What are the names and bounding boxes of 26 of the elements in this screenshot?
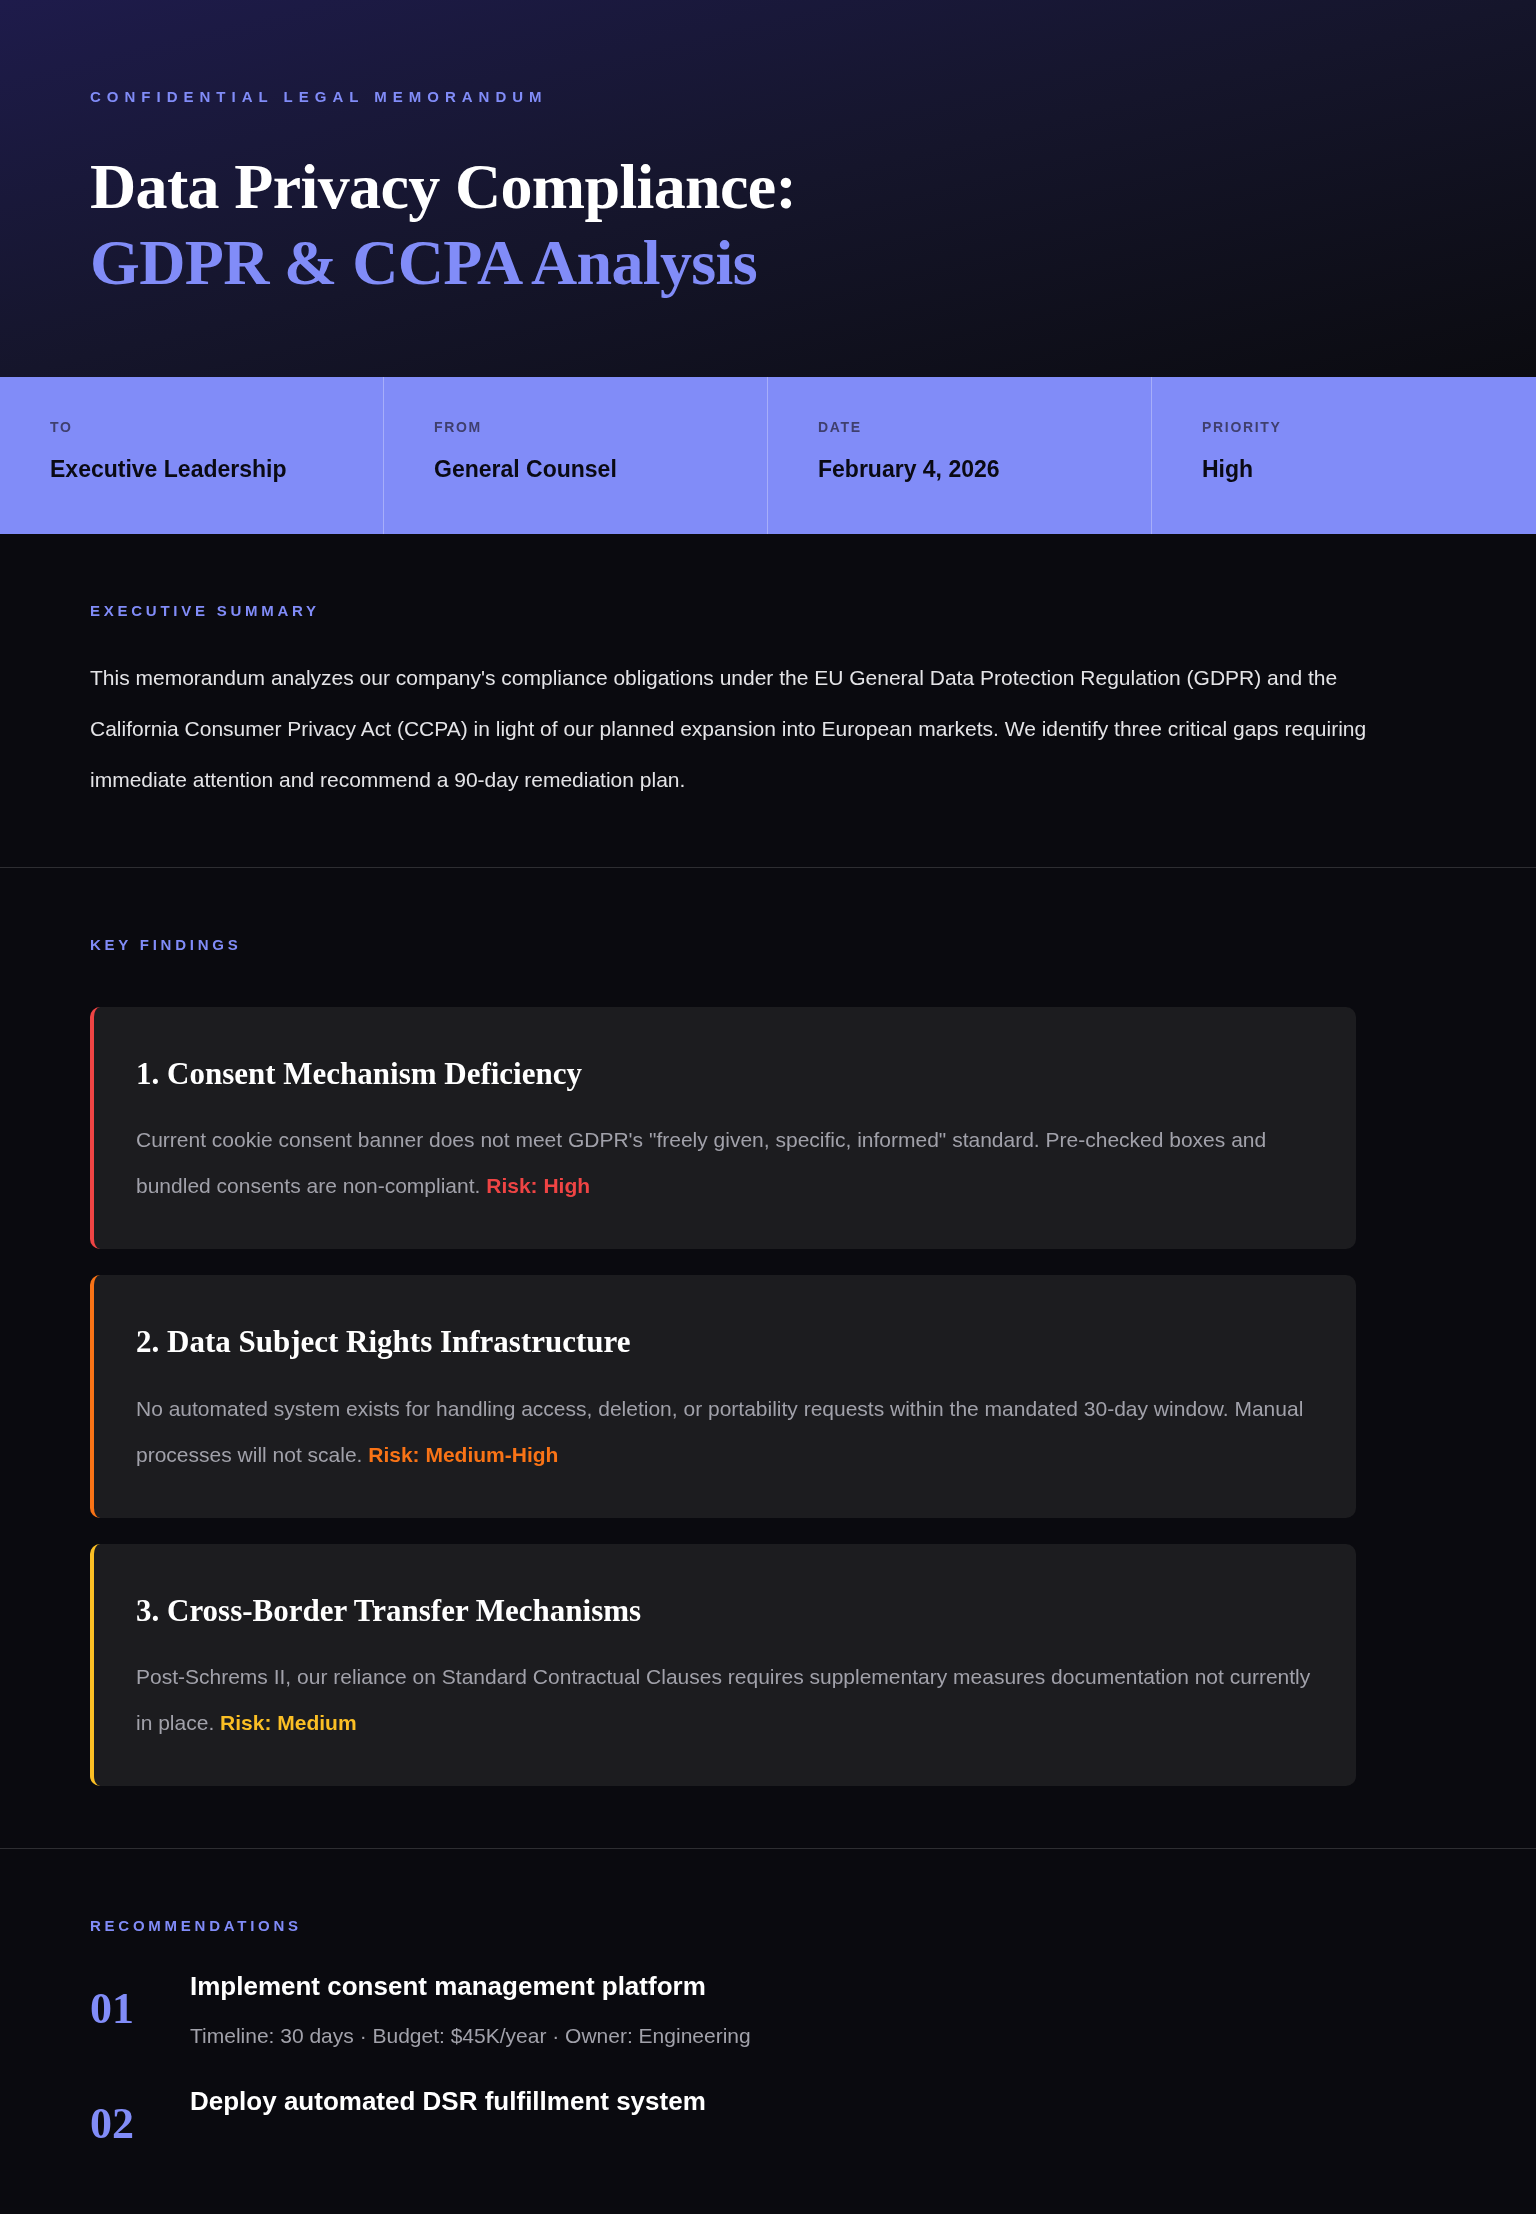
finding-description: Current cookie consent banner does not meet GDPR's "freely given, specific, informed" standard. Pre-checked boxes and bundled consents are non-compliant. Risk: High xyxy=(136,1127,1268,1199)
meta-value: February 4, 2026 xyxy=(818,454,1001,484)
meta-label: FROM xyxy=(434,417,483,437)
title-subtitle: GDPR & CCPA Analysis xyxy=(90,225,758,300)
meta-value: General Counsel xyxy=(434,454,618,484)
meta-label: PRIORITY xyxy=(1202,417,1283,437)
recommendation-details: Timeline: 30 days · Budget: $45K/year · Owner: Engineering xyxy=(190,2022,751,2049)
finding-title: 1. Consent Mechanism Deficiency xyxy=(136,1054,583,1093)
recommendation-number: 01 xyxy=(90,1982,135,2034)
finding-description: No automated system exists for handling access, deletion, or portability requests within the mandated 30-day window. Manual processes will not scale. Risk: Medium-High xyxy=(136,1395,1305,1468)
recommendation-title: Deploy automated DSR fulfillment system xyxy=(190,2085,706,2118)
finding-description: Post-Schrems II, our reliance on Standard Contractual Clauses requires supplementary measures documentation not currently in place. Risk: Medium xyxy=(136,1664,1312,1736)
summary-paragraph: This memorandum analyzes our company's compliance obligations under the EU General Data Protection Regulation (GDPR) and the California Consumer Privacy Act (CCPA) in light of our planned expansion into European markets. We identify three critical gaps requiring immediate attention and recommend a 90-day remediation plan. xyxy=(90,665,1368,793)
title-line: Data Privacy Compliance: xyxy=(90,149,798,224)
section-heading: KEY FINDINGS xyxy=(90,935,243,955)
section-heading: RECOMMENDATIONS xyxy=(90,1916,303,1936)
finding-title: 3. Cross-Border Transfer Mechanisms xyxy=(136,1591,643,1630)
meta-value: High xyxy=(1202,454,1255,484)
section-heading: EXECUTIVE SUMMARY xyxy=(90,600,321,621)
recommendation-title: Implement consent management platform xyxy=(190,1969,707,2003)
eyebrow-label: CONFIDENTIAL LEGAL MEMORANDUM xyxy=(90,87,549,107)
meta-value: Executive Leadership xyxy=(50,454,288,484)
recommendation-number: 02 xyxy=(90,2098,135,2149)
meta-label: DATE xyxy=(818,417,863,437)
finding-title: 2. Data Subject Rights Infrastructure xyxy=(136,1323,632,1361)
meta-label: TO xyxy=(50,417,74,437)
